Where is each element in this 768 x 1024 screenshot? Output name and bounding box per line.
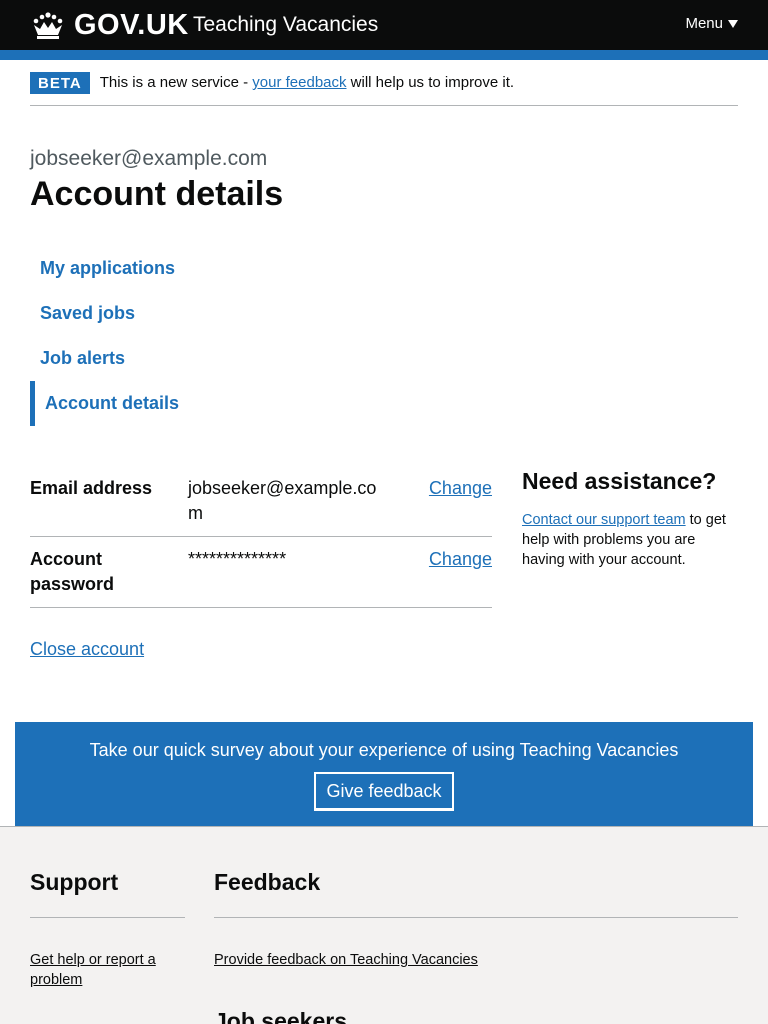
govuk-logo-link[interactable]: GOV.UK xyxy=(30,8,189,42)
header-blue-bar xyxy=(0,50,768,60)
change-email-link[interactable]: Change xyxy=(429,478,492,498)
sub-navigation: My applications Saved jobs Job alerts Ac… xyxy=(30,246,330,426)
assistance-text: Contact our support team to get help wit… xyxy=(522,510,738,570)
survey-banner: Take our quick survey about your experie… xyxy=(15,722,753,826)
crown-icon xyxy=(33,12,63,39)
footer-feedback-column: Feedback Provide feedback on Teaching Va… xyxy=(214,827,738,1024)
summary-key: Email address xyxy=(30,478,153,498)
footer-jobseekers-heading: Job seekers xyxy=(214,1008,347,1024)
subnav-item-saved-jobs[interactable]: Saved jobs xyxy=(30,291,330,336)
feedback-link[interactable]: your feedback xyxy=(252,74,346,91)
close-account-link[interactable]: Close account xyxy=(30,639,144,660)
page-caption: jobseeker@example.com xyxy=(30,147,268,170)
summary-row-password: Account password ************** Change xyxy=(30,537,492,608)
govuk-logo-text: GOV.UK xyxy=(74,8,189,41)
footer-support-heading: Support xyxy=(30,827,185,918)
assistance-title: Need assistance? xyxy=(522,468,717,494)
footer-feedback-link[interactable]: Provide feedback on Teaching Vacancies xyxy=(214,950,738,970)
subnav-item-my-applications[interactable]: My applications xyxy=(30,246,330,291)
phase-banner: BETA This is a new service - your feedba… xyxy=(30,60,738,106)
summary-action: Change xyxy=(388,547,492,597)
phase-text-after: will help us to improve it. xyxy=(346,74,515,91)
summary-key: Account password xyxy=(30,549,115,594)
subnav-item-account-details[interactable]: Account details xyxy=(30,381,330,426)
page-title: Account details xyxy=(30,175,284,213)
subnav-item-job-alerts[interactable]: Job alerts xyxy=(30,336,330,381)
beta-tag: BETA xyxy=(30,71,90,94)
summary-row-email: Email address jobseeker@example.com Chan… xyxy=(30,466,492,537)
footer-support-link[interactable]: Get help or report a problem xyxy=(30,950,185,990)
summary-action: Change xyxy=(388,476,492,526)
summary-value: ************** xyxy=(188,549,287,569)
account-summary-list: Email address jobseeker@example.com Chan… xyxy=(30,466,492,608)
assistance-panel: Need assistance? Contact our support tea… xyxy=(522,466,738,570)
footer-support-column: Support Get help or report a problem xyxy=(30,827,185,990)
footer-feedback-heading: Feedback xyxy=(214,827,738,918)
survey-text: Take our quick survey about your experie… xyxy=(89,740,679,760)
summary-value: jobseeker@example.com xyxy=(188,478,377,523)
change-password-link[interactable]: Change xyxy=(429,549,492,569)
phase-text-before: This is a new service - xyxy=(99,74,253,91)
site-footer: Support Get help or report a problem Fee… xyxy=(0,826,768,1024)
service-name-link[interactable]: Teaching Vacancies xyxy=(193,13,378,37)
menu-button[interactable]: Menu xyxy=(685,15,738,32)
caret-down-icon xyxy=(728,19,738,28)
phase-banner-text: This is a new service - your feedback wi… xyxy=(100,74,514,91)
contact-support-link[interactable]: Contact our support team xyxy=(522,512,686,528)
give-feedback-button[interactable]: Give feedback xyxy=(314,772,454,811)
menu-label: Menu xyxy=(685,15,723,32)
